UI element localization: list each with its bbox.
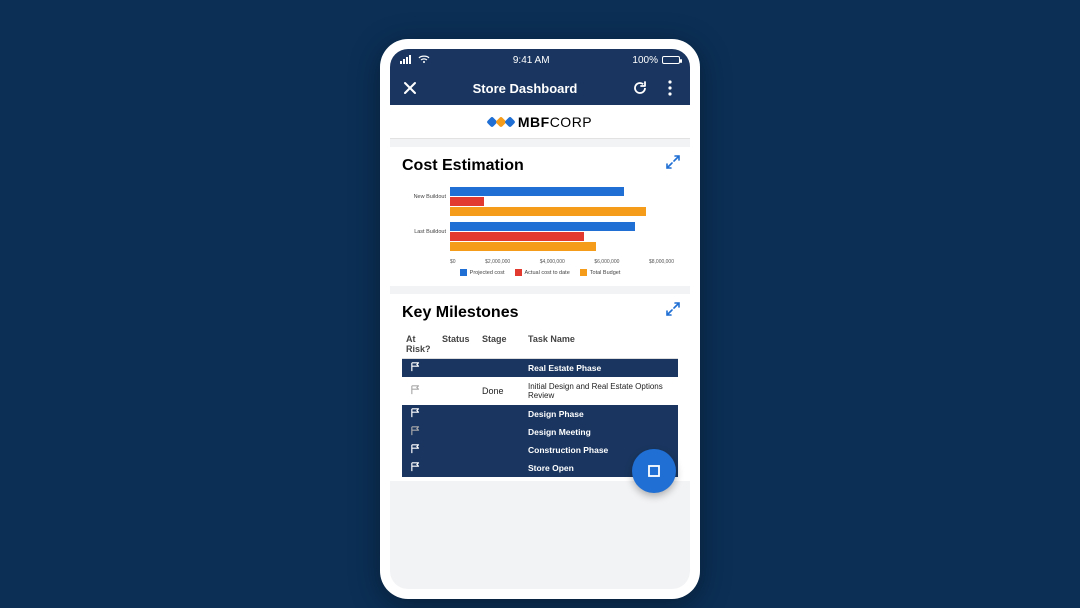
key-milestones-card: Key Milestones At Risk? Status Stage Tas… <box>390 294 690 481</box>
legend-item-projected: Projected cost <box>460 269 505 276</box>
cell-status <box>442 363 482 373</box>
cell-task: Design Phase <box>528 409 678 419</box>
milestones-table: At Risk? Status Stage Task Name Real Est… <box>402 330 678 477</box>
cell-task: Real Estate Phase <box>528 363 678 373</box>
chart-x-axis: $0 $2,000,000 $4,000,000 $6,000,000 $8,0… <box>450 257 674 265</box>
table-row[interactable]: Real Estate Phase <box>402 359 678 377</box>
cell-status <box>442 427 482 437</box>
cell-risk <box>402 462 442 474</box>
column-header-task: Task Name <box>528 334 678 354</box>
chart-bar-actual <box>450 232 584 241</box>
more-options-button[interactable] <box>660 78 680 98</box>
cell-status <box>442 445 482 455</box>
table-row[interactable]: Design Meeting <box>402 423 678 441</box>
legend-label: Projected cost <box>470 270 505 276</box>
column-header-stage: Stage <box>482 334 528 354</box>
legend-item-total: Total Budget <box>580 269 621 276</box>
refresh-button[interactable] <box>630 78 650 98</box>
cost-estimation-card: Cost Estimation New Buildout Last Buildo <box>390 147 690 286</box>
brand-name-light: CORP <box>550 114 592 130</box>
cell-risk <box>402 444 442 456</box>
status-bar: 9:41 AM 100% <box>390 49 690 71</box>
chart-axis-tick: $4,000,000 <box>540 259 565 265</box>
milestones-card-title: Key Milestones <box>402 304 678 322</box>
battery-percent: 100% <box>632 55 658 66</box>
table-row[interactable]: DoneInitial Design and Real Estate Optio… <box>402 377 678 405</box>
floating-action-button[interactable] <box>632 449 676 493</box>
chart-bar-total <box>450 242 596 251</box>
cell-status <box>442 386 482 396</box>
brand-name: MBFCORP <box>518 114 592 130</box>
page-title: Store Dashboard <box>420 81 630 96</box>
chart-axis-tick: $8,000,000 <box>649 259 674 265</box>
chart-category-label: Last Buildout <box>406 222 450 236</box>
close-button[interactable] <box>400 78 420 98</box>
chart-legend: Projected cost Actual cost to date Total… <box>406 269 674 276</box>
screen: 9:41 AM 100% Store Dashboard <box>390 49 690 589</box>
chart-bar-actual <box>450 197 484 206</box>
status-left <box>400 54 430 67</box>
brand-name-bold: MBF <box>518 114 550 130</box>
brand-logo: MBFCORP <box>488 114 592 130</box>
table-row[interactable]: Design Phase <box>402 405 678 423</box>
table-header-row: At Risk? Status Stage Task Name <box>402 330 678 359</box>
column-header-risk: At Risk? <box>402 334 442 354</box>
tablet-device-frame: 9:41 AM 100% Store Dashboard <box>380 39 700 599</box>
legend-item-actual: Actual cost to date <box>515 269 570 276</box>
legend-label: Actual cost to date <box>525 270 570 276</box>
brand-logo-icon <box>488 118 514 126</box>
column-header-status: Status <box>442 334 482 354</box>
status-time: 9:41 AM <box>513 55 550 66</box>
brand-bar: MBFCORP <box>390 105 690 139</box>
status-right: 100% <box>632 55 680 66</box>
cell-risk <box>402 362 442 374</box>
signal-icon <box>400 54 414 67</box>
cell-status <box>442 409 482 419</box>
chart-axis-tick: $0 <box>450 259 456 265</box>
chart-bar-total <box>450 207 646 216</box>
cell-status <box>442 463 482 473</box>
wifi-icon <box>418 54 430 67</box>
battery-icon <box>662 56 680 64</box>
chart-bar-projected <box>450 222 635 231</box>
chart-category-row: New Buildout <box>406 187 674 216</box>
chart-axis-tick: $2,000,000 <box>485 259 510 265</box>
nav-bar: Store Dashboard <box>390 71 690 105</box>
cell-risk <box>402 385 442 397</box>
cell-task: Initial Design and Real Estate Options R… <box>528 379 678 403</box>
chart-category-row: Last Buildout <box>406 222 674 251</box>
cost-estimation-chart: New Buildout Last Buildout <box>402 183 678 278</box>
chart-bar-projected <box>450 187 624 196</box>
cell-risk <box>402 426 442 438</box>
chart-category-label: New Buildout <box>406 187 450 201</box>
cell-task: Design Meeting <box>528 427 678 437</box>
content-area: Cost Estimation New Buildout Last Buildo <box>390 147 690 481</box>
cell-stage: Done <box>482 386 528 396</box>
chart-axis-tick: $6,000,000 <box>594 259 619 265</box>
expand-milestones-card-button[interactable] <box>666 302 680 321</box>
cell-risk <box>402 408 442 420</box>
cost-card-title: Cost Estimation <box>402 157 678 175</box>
expand-cost-card-button[interactable] <box>666 155 680 174</box>
legend-label: Total Budget <box>590 270 621 276</box>
